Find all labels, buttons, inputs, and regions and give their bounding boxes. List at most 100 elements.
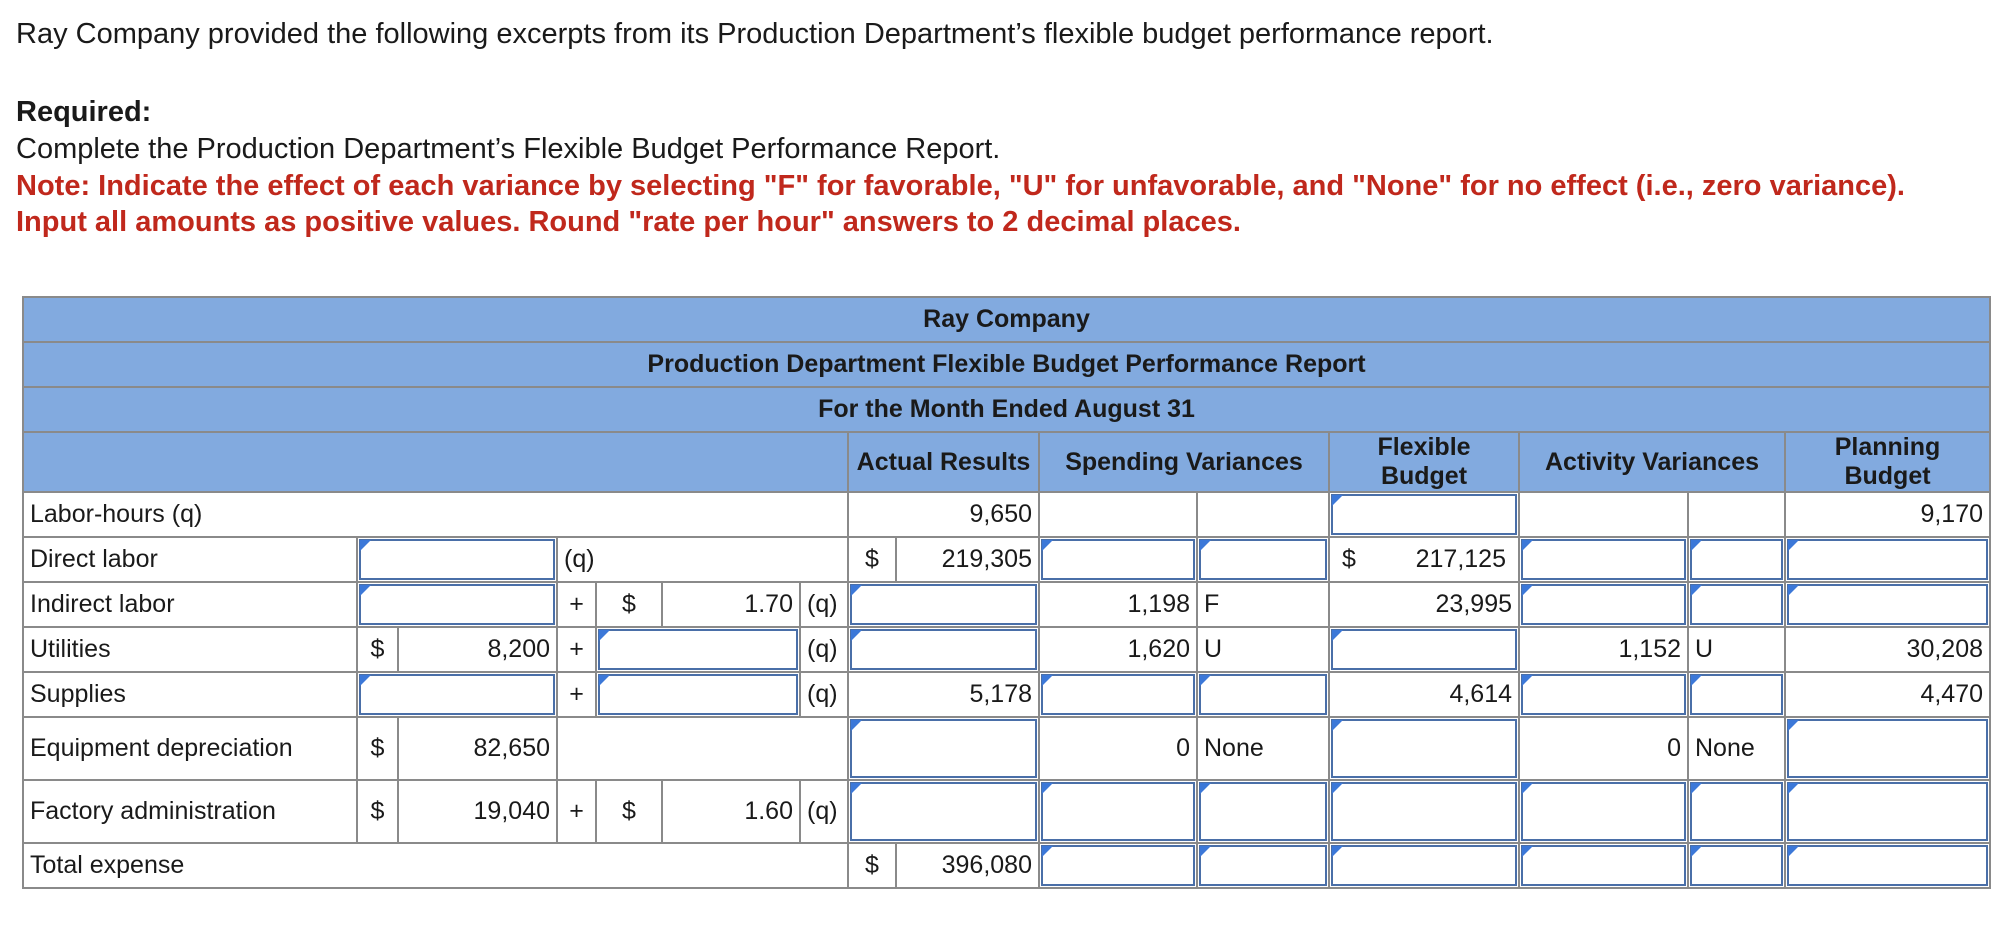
- intro-text: Ray Company provided the following excer…: [16, 18, 1494, 50]
- spending-effect: F: [1196, 581, 1330, 628]
- actual-input[interactable]: [847, 581, 1040, 628]
- planning-input[interactable]: [1783, 536, 1992, 583]
- spending-effect-select[interactable]: [1196, 536, 1330, 583]
- activity-amount-input[interactable]: [1518, 779, 1689, 844]
- row-label: Indirect labor: [22, 581, 358, 628]
- planning-input[interactable]: [1783, 716, 1992, 781]
- dollar-sign: $: [1342, 545, 1356, 573]
- activity-effect-select[interactable]: [1687, 581, 1786, 628]
- fixed-cost-input[interactable]: [356, 671, 558, 718]
- spending-amount: 0: [1038, 716, 1198, 781]
- q-marker: (q): [799, 671, 849, 718]
- spending-amount-input[interactable]: [1038, 536, 1198, 583]
- planning-value: 4,470: [1783, 671, 1992, 718]
- plus-sign: +: [556, 671, 597, 718]
- report-period: For the Month Ended August 31: [21, 386, 1992, 433]
- rate-input[interactable]: [595, 626, 801, 673]
- flexible-value: 23,995: [1328, 581, 1520, 628]
- col-header-flexible: Flexible Budget: [1328, 431, 1520, 493]
- fixed-cost-input[interactable]: [356, 581, 558, 628]
- actual-value: 396,080: [895, 842, 1040, 889]
- fixed-value: 8,200: [397, 626, 558, 673]
- row-utilities: Utilities $ 8,200 + (q) 1,620 U 1,152 U …: [22, 626, 1992, 673]
- planning-input[interactable]: [1783, 581, 1992, 628]
- activity-effect-select[interactable]: [1687, 536, 1786, 583]
- flexible-hours-input[interactable]: [1328, 491, 1520, 538]
- row-label: Equipment depreciation: [22, 716, 358, 781]
- q-marker: (q): [799, 779, 849, 844]
- flexible-input[interactable]: [1328, 842, 1520, 889]
- activity-effect-select[interactable]: [1687, 842, 1786, 889]
- dollar-sign: $: [847, 536, 897, 583]
- actual-input[interactable]: [847, 626, 1040, 673]
- dollar-sign: $: [847, 842, 897, 889]
- spending-amount: 1,198: [1038, 581, 1198, 628]
- activity-amount-input[interactable]: [1518, 671, 1689, 718]
- spending-amount-cell: [1038, 491, 1198, 538]
- header-spacer: [22, 431, 849, 493]
- actual-input[interactable]: [847, 779, 1040, 844]
- report-title: Production Department Flexible Budget Pe…: [21, 341, 1992, 388]
- spending-effect: U: [1196, 626, 1330, 673]
- flexible-input[interactable]: [1328, 716, 1520, 781]
- instruction-note: Note: Indicate the effect of each varian…: [16, 170, 1905, 238]
- activity-effect-select[interactable]: [1687, 779, 1786, 844]
- spending-amount-input[interactable]: [1038, 842, 1198, 889]
- spending-effect: None: [1196, 716, 1330, 781]
- q-marker: (q): [799, 626, 849, 673]
- activity-amount: 0: [1518, 716, 1689, 781]
- row-label: Total expense: [22, 842, 849, 889]
- row-label: Labor-hours (q): [22, 491, 849, 538]
- row-label: Direct labor: [22, 536, 358, 583]
- activity-amount-input[interactable]: [1518, 842, 1689, 889]
- dollar-sign: $: [595, 779, 663, 844]
- rate-value: 1.60: [661, 779, 801, 844]
- spending-amount-input[interactable]: [1038, 671, 1198, 718]
- row-label: Factory administration: [22, 779, 358, 844]
- row-supplies: Supplies + (q) 5,178 4,614 4,470: [22, 671, 1992, 718]
- dollar-sign: $: [356, 716, 399, 781]
- dollar-sign: $: [356, 626, 399, 673]
- q-marker: (q): [799, 581, 849, 628]
- row-equipment-depreciation: Equipment depreciation $ 82,650 0 None 0…: [22, 716, 1992, 781]
- flexible-amount: 217,125: [1415, 545, 1506, 573]
- activity-effect-select[interactable]: [1687, 671, 1786, 718]
- col-header-actual: Actual Results: [847, 431, 1040, 493]
- actual-value: 219,305: [895, 536, 1040, 583]
- actual-input[interactable]: [847, 716, 1040, 781]
- flexible-input[interactable]: [1328, 626, 1520, 673]
- flexible-value: $217,125: [1328, 536, 1520, 583]
- spending-amount-input[interactable]: [1038, 779, 1198, 844]
- rate-value: 1.70: [661, 581, 801, 628]
- row-direct-labor: Direct labor (q) $ 219,305 $217,125: [22, 536, 1992, 583]
- fixed-value: 19,040: [397, 779, 558, 844]
- activity-effect: None: [1687, 716, 1786, 781]
- activity-amount: 1,152: [1518, 626, 1689, 673]
- fixed-value: 82,650: [397, 716, 558, 781]
- flexible-input[interactable]: [1328, 779, 1520, 844]
- plus-sign: +: [556, 581, 597, 628]
- spending-effect-select[interactable]: [1196, 779, 1330, 844]
- activity-effect: U: [1687, 626, 1786, 673]
- planning-value: 9,170: [1783, 491, 1992, 538]
- spending-effect-select[interactable]: [1196, 842, 1330, 889]
- required-text: Complete the Production Department’s Fle…: [16, 133, 1001, 165]
- activity-amount-input[interactable]: [1518, 581, 1689, 628]
- empty-cell: [556, 716, 849, 781]
- planning-input[interactable]: [1783, 779, 1992, 844]
- col-header-activity: Activity Variances: [1518, 431, 1786, 493]
- col-header-planning: Planning Budget: [1783, 431, 1992, 493]
- fixed-cost-input[interactable]: [356, 536, 558, 583]
- actual-value: 9,650: [847, 491, 1040, 538]
- activity-amount-input[interactable]: [1518, 536, 1689, 583]
- q-marker: (q): [556, 536, 849, 583]
- planning-input[interactable]: [1783, 842, 1992, 889]
- spending-effect-select[interactable]: [1196, 671, 1330, 718]
- rate-input[interactable]: [595, 671, 801, 718]
- spending-effect-cell: [1196, 491, 1330, 538]
- row-label: Utilities: [22, 626, 358, 673]
- row-indirect-labor: Indirect labor + $ 1.70 (q) 1,198 F 23,9…: [22, 581, 1992, 628]
- flexible-budget-report: Ray Company Production Department Flexib…: [21, 296, 1992, 889]
- flexible-value: 4,614: [1328, 671, 1520, 718]
- row-labor-hours: Labor-hours (q) 9,650 9,170: [22, 491, 1992, 538]
